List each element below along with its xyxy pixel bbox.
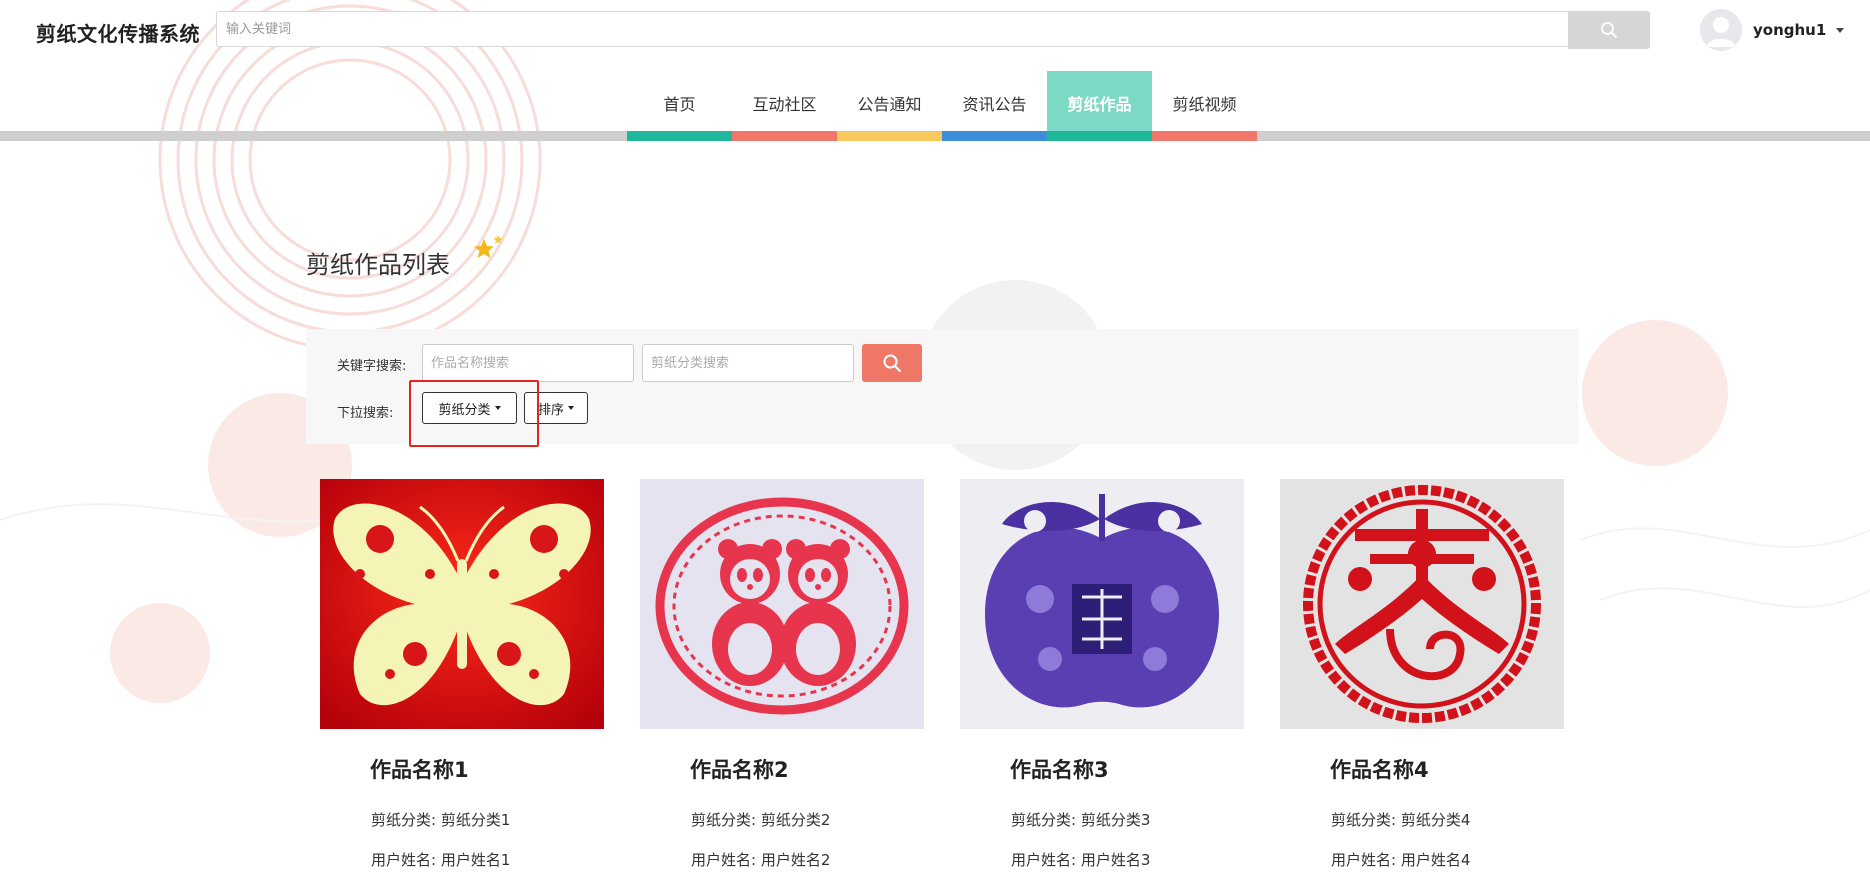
nav-underline — [732, 131, 837, 141]
app-title[interactable]: 剪纸文化传播系统 — [36, 18, 200, 47]
work-card[interactable]: 作品名称4 剪纸分类: 剪纸分类4 用户姓名: 用户姓名4 — [1280, 479, 1564, 869]
work-category: 剪纸分类: 剪纸分类4 — [1331, 809, 1470, 830]
work-name-search-input[interactable] — [422, 344, 634, 382]
nav-underline — [942, 131, 1047, 141]
user-label: 用户姓名: — [691, 851, 757, 869]
nav-item-works[interactable]: 剪纸作品 — [1047, 71, 1152, 141]
work-category: 剪纸分类: 剪纸分类1 — [371, 809, 510, 830]
search-icon — [1601, 22, 1617, 38]
category-label: 剪纸分类: — [1011, 811, 1077, 829]
work-category: 剪纸分类: 剪纸分类2 — [691, 809, 830, 830]
global-search-input[interactable] — [216, 11, 1568, 47]
work-card[interactable]: 作品名称1 剪纸分类: 剪纸分类1 用户姓名: 用户姓名1 — [320, 479, 604, 869]
nav-item-label: 剪纸作品 — [1067, 95, 1132, 114]
category-value: 剪纸分类1 — [440, 811, 511, 829]
user-value: 用户姓名1 — [440, 851, 511, 869]
user-label: 用户姓名: — [1011, 851, 1077, 869]
work-user: 用户姓名: 用户姓名3 — [1011, 849, 1150, 870]
category-search-input[interactable] — [642, 344, 854, 382]
work-card[interactable]: 作品名称3 剪纸分类: 剪纸分类3 用户姓名: 用户姓名3 — [960, 479, 1244, 869]
nav-item-label: 互动社区 — [752, 95, 817, 114]
avatar — [1700, 9, 1742, 51]
work-title[interactable]: 作品名称1 — [370, 754, 469, 784]
star-icon — [474, 235, 503, 258]
nav-item-label: 剪纸视频 — [1172, 95, 1237, 114]
category-value: 剪纸分类4 — [1400, 811, 1471, 829]
sort-dropdown-label: 排序 — [537, 402, 564, 418]
user-avatar-icon — [1700, 9, 1742, 51]
main-nav: 首页 互动社区 公告通知 资讯公告 剪纸作品 剪纸视频 — [627, 71, 1257, 141]
work-user: 用户姓名: 用户姓名2 — [691, 849, 830, 870]
work-title[interactable]: 作品名称4 — [1330, 754, 1429, 784]
user-label: 用户姓名: — [1331, 851, 1397, 869]
user-menu[interactable]: yonghu1 — [1700, 9, 1845, 51]
nav-item-community[interactable]: 互动社区 — [732, 71, 837, 141]
work-image[interactable] — [1280, 479, 1564, 729]
nav-underline — [1047, 131, 1152, 141]
nav-item-label: 首页 — [663, 95, 696, 114]
category-label: 剪纸分类: — [1331, 811, 1397, 829]
category-label: 剪纸分类: — [691, 811, 757, 829]
highlight-annotation — [409, 380, 539, 447]
nav-item-news[interactable]: 资讯公告 — [942, 71, 1047, 141]
user-value: 用户姓名3 — [1080, 851, 1151, 869]
category-value: 剪纸分类3 — [1080, 811, 1151, 829]
work-title[interactable]: 作品名称2 — [690, 754, 789, 784]
apple-fu-papercut-image — [960, 479, 1244, 729]
keyword-search-label: 关键字搜索: — [337, 359, 407, 374]
nav-underline — [837, 131, 942, 141]
user-value: 用户姓名4 — [1400, 851, 1471, 869]
filter-search-button[interactable] — [862, 344, 922, 382]
butterfly-papercut-image — [320, 479, 604, 729]
work-title[interactable]: 作品名称3 — [1010, 754, 1109, 784]
nav-item-notices[interactable]: 公告通知 — [837, 71, 942, 141]
user-label: 用户姓名: — [371, 851, 437, 869]
work-image[interactable] — [960, 479, 1244, 729]
work-image[interactable] — [320, 479, 604, 729]
user-value: 用户姓名2 — [760, 851, 831, 869]
work-user: 用户姓名: 用户姓名1 — [371, 849, 510, 870]
nav-item-videos[interactable]: 剪纸视频 — [1152, 71, 1257, 141]
top-bar: 剪纸文化传播系统 yonghu1 — [0, 0, 1870, 62]
page-title: 剪纸作品列表 — [306, 251, 450, 279]
work-card[interactable]: 作品名称2 剪纸分类: 剪纸分类2 用户姓名: 用户姓名2 — [640, 479, 924, 869]
username: yonghu1 — [1753, 21, 1827, 39]
caret-down-icon — [568, 406, 574, 410]
panda-papercut-image — [640, 479, 924, 729]
nav-underline — [1152, 131, 1257, 141]
spring-papercut-image — [1280, 479, 1564, 729]
caret-down-icon — [1836, 27, 1845, 33]
nav-item-label: 资讯公告 — [962, 95, 1027, 114]
nav-item-label: 公告通知 — [857, 95, 922, 114]
global-search — [216, 11, 1650, 49]
work-user: 用户姓名: 用户姓名4 — [1331, 849, 1470, 870]
nav-item-home[interactable]: 首页 — [627, 71, 732, 141]
category-label: 剪纸分类: — [371, 811, 437, 829]
search-icon — [883, 354, 901, 372]
work-image[interactable] — [640, 479, 924, 729]
work-category: 剪纸分类: 剪纸分类3 — [1011, 809, 1150, 830]
global-search-button[interactable] — [1568, 11, 1650, 49]
dropdown-search-label: 下拉搜索: — [337, 406, 394, 421]
category-value: 剪纸分类2 — [760, 811, 831, 829]
nav-underline — [627, 131, 732, 141]
